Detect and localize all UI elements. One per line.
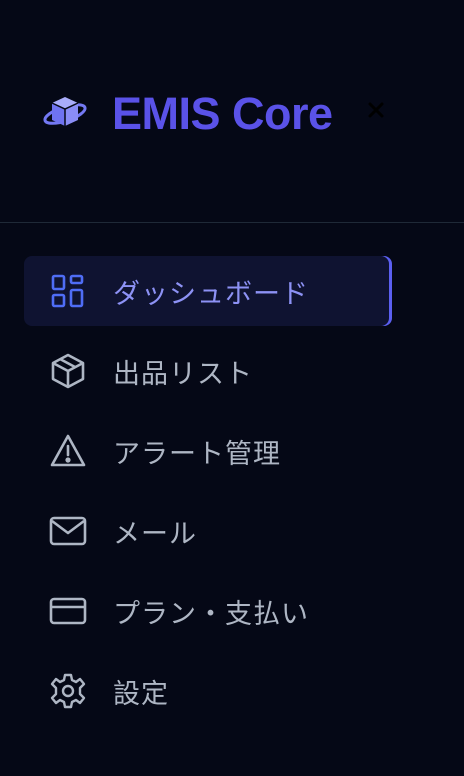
cube-icon (48, 351, 88, 391)
nav-item-billing[interactable]: プラン・支払い (24, 576, 392, 646)
gear-icon (48, 671, 88, 711)
app-title: EMIS Core (112, 87, 333, 139)
sidebar: EMIS Core ダッシュボード 出品リスト アラート管理 メール プラン・支… (0, 0, 464, 776)
credit-card-icon (48, 591, 88, 631)
nav-label-listings: 出品リスト (113, 358, 253, 390)
divider (0, 222, 464, 223)
brand[interactable]: EMIS Core (42, 82, 333, 144)
main-nav: ダッシュボード 出品リスト アラート管理 メール プラン・支払い 設定 (24, 256, 392, 736)
nav-label-dashboard: ダッシュボード (113, 278, 309, 310)
close-icon (368, 102, 384, 122)
warning-triangle-icon (48, 431, 88, 471)
nav-item-mail[interactable]: メール (24, 496, 392, 566)
nav-item-alerts[interactable]: アラート管理 (24, 416, 392, 486)
nav-label-settings: 設定 (113, 678, 169, 710)
nav-label-alerts: アラート管理 (113, 438, 281, 470)
nav-item-settings[interactable]: 設定 (24, 656, 392, 726)
nav-label-mail: メール (113, 518, 197, 550)
nav-item-listings[interactable]: 出品リスト (24, 336, 392, 406)
cube-orbit-icon (42, 90, 88, 136)
nav-item-dashboard[interactable]: ダッシュボード (24, 256, 392, 326)
dashboard-grid-icon (48, 271, 88, 311)
mail-icon (48, 511, 88, 551)
close-button[interactable] (365, 99, 387, 125)
nav-label-billing: プラン・支払い (113, 598, 309, 630)
